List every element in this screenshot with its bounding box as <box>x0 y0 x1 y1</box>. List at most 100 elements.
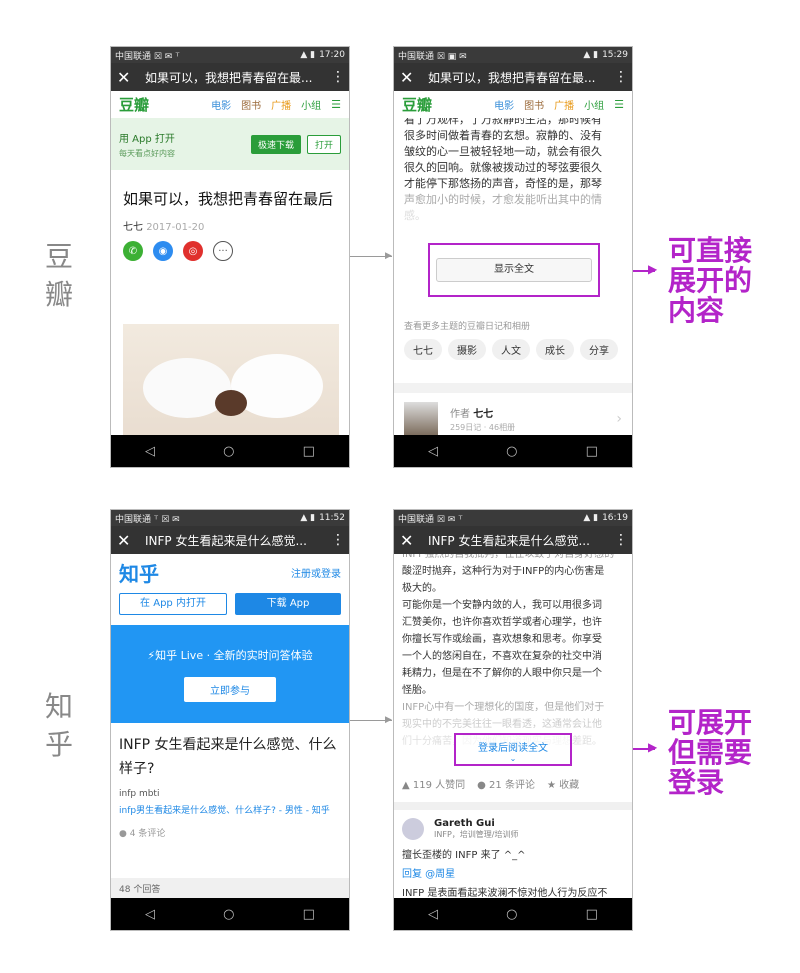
upvote-button[interactable]: ▲ 119 人赞同 <box>402 776 465 791</box>
more-icon[interactable]: ⋮ <box>331 532 345 548</box>
douban-logo[interactable]: 豆瓣 <box>402 94 432 115</box>
article-body: 看了万观样，了万寂静的生活，那时候有 很多时间做着青春的玄想。寂静的、没有 皱纹… <box>394 118 632 234</box>
author-name[interactable]: 七七 <box>123 222 143 233</box>
nav-broadcast[interactable]: 广播 <box>554 97 574 112</box>
qq-icon[interactable]: ◉ <box>153 241 173 261</box>
tag[interactable]: 成长 <box>536 339 574 360</box>
tag[interactable]: 人文 <box>492 339 530 360</box>
recents-icon[interactable]: □ <box>303 907 315 922</box>
fast-download-button[interactable]: 极速下载 <box>250 134 301 154</box>
more-icon[interactable]: ⋮ <box>331 69 345 85</box>
douban-logo[interactable]: 豆瓣 <box>119 94 149 115</box>
more-share-icon[interactable]: ··· <box>213 241 233 261</box>
status-bar: 中国联通 ☒ ✉ ⸆ ▲ ▮ 17:20 <box>111 47 349 63</box>
comment-count[interactable]: 4 条评论 <box>130 829 166 839</box>
download-app-button[interactable]: 下载 App <box>235 593 341 615</box>
answer-count: 48 个回答 <box>111 878 349 898</box>
tag[interactable]: 七七 <box>404 339 442 360</box>
body-line: 感。 <box>404 209 426 222</box>
menu-search-icon[interactable]: ☰ <box>614 98 624 111</box>
body-line: INFP心中有一个理想化的国度，但是他们对于 <box>402 702 605 713</box>
open-in-app-button[interactable]: 在 App 内打开 <box>119 593 227 615</box>
answer-text: INFP 是表面看起来波澜不惊对他人行为反应不 <box>402 888 608 899</box>
arrow-head: ▶ <box>385 715 392 725</box>
body-line: 汇赞美你，也许你喜欢哲学或者心理学，也许 <box>402 617 602 628</box>
more-topics-link[interactable]: 查看更多主题的豆瓣日记和相册 <box>404 319 530 332</box>
home-icon[interactable]: ○ <box>223 907 234 922</box>
collect-button[interactable]: ★ 收藏 <box>547 776 579 791</box>
side-label-zhihu: 知 乎 <box>44 690 73 761</box>
nav-broadcast[interactable]: 广播 <box>271 97 291 112</box>
annotation-arrow-head: ▶ <box>648 740 658 754</box>
author-stats: 259日记 · 46相册 <box>450 423 516 432</box>
side-label-douban: 豆 瓣 <box>44 240 73 311</box>
page-title: 如果可以，我想把青春留在最... <box>145 70 313 85</box>
body-line: 很多时间做着青春的玄想。寂静的、没有 <box>404 129 602 142</box>
phone-douban-expanded: 中国联通 ☒ ▣ ✉ ▲ ▮ 15:29 ✕ 如果可以，我想把青春留在最... ⋮ 豆… <box>393 46 633 468</box>
article-header: 如果可以，我想把青春留在最后 七七 2017-01-20 ✆ ◉ ◎ ··· <box>111 170 349 261</box>
back-icon[interactable]: ◁ <box>428 444 438 459</box>
related-question-link[interactable]: infp男生看起来是什么感觉、什么样子? - 男性 - 知乎 <box>119 804 341 818</box>
close-icon[interactable]: ✕ <box>117 531 145 550</box>
android-nav-bar: ◁ ○ □ <box>111 435 349 467</box>
nav-book[interactable]: 图书 <box>241 97 261 112</box>
nav-movie[interactable]: 电影 <box>211 97 231 112</box>
banner-subtitle: 每天看点好内容 <box>119 148 175 158</box>
back-icon[interactable]: ◁ <box>428 907 438 922</box>
android-nav-bar: ◁ ○ □ <box>111 898 349 930</box>
back-icon[interactable]: ◁ <box>145 444 155 459</box>
nav-movie[interactable]: 电影 <box>494 97 514 112</box>
show-full-text-button[interactable]: 显示全文 <box>436 258 592 282</box>
status-bar: 中国联通 ☒ ✉ ⸆ ▲ ▮ 16:19 <box>394 510 632 526</box>
home-icon[interactable]: ○ <box>506 907 517 922</box>
banner-title: 用 App 打开 <box>119 133 175 145</box>
avatar[interactable] <box>402 818 424 840</box>
author-card[interactable]: 作者 七七 259日记 · 46相册 › <box>404 402 622 436</box>
more-icon[interactable]: ⋮ <box>614 69 628 85</box>
weibo-icon[interactable]: ◎ <box>183 241 203 261</box>
more-icon[interactable]: ⋮ <box>614 532 628 548</box>
nav-group[interactable]: 小组 <box>301 97 321 112</box>
body-line: 你擅长写作或绘画，喜欢想象和思考。你享受 <box>402 634 602 645</box>
arrow-head: ▶ <box>385 251 392 261</box>
nav-book[interactable]: 图书 <box>524 97 544 112</box>
answer-text: 擅长歪楼的 INFP 来了 ^_^ <box>402 850 526 861</box>
back-icon[interactable]: ◁ <box>145 907 155 922</box>
login-to-read-button[interactable]: 登录后阅读全文 ⌄ <box>454 733 572 766</box>
comment-icon: ● <box>119 829 127 839</box>
menu-search-icon[interactable]: ☰ <box>331 98 341 111</box>
join-now-button[interactable]: 立即参与 <box>184 676 276 702</box>
body-line: 皱纹的心一旦被轻轻地一动，就会有很久 <box>404 145 602 158</box>
comments-button[interactable]: ● 21 条评论 <box>477 776 535 791</box>
status-bar: 中国联通 ⸆ ☒ ✉ ▲ ▮ 11:52 <box>111 510 349 526</box>
open-app-button[interactable]: 打开 <box>306 134 341 154</box>
body-line: 才能停下那悠扬的声音，奇怪的是，那琴 <box>404 177 602 190</box>
app-buttons: 在 App 内打开 下载 App <box>111 591 349 617</box>
reply-mention[interactable]: 回复 @周星 <box>402 865 624 880</box>
title-bar: ✕ 如果可以，我想把青春留在最... ⋮ <box>111 63 349 91</box>
home-icon[interactable]: ○ <box>506 444 517 459</box>
avatar <box>404 402 438 436</box>
zhihu-logo[interactable]: 知乎 <box>119 558 159 587</box>
recents-icon[interactable]: □ <box>303 444 315 459</box>
answer-author[interactable]: Gareth Gui <box>434 818 518 829</box>
douban-header: 豆瓣 电影 图书 广播 小组 ☰ <box>394 91 632 118</box>
close-icon[interactable]: ✕ <box>117 68 145 87</box>
page-title: 如果可以，我想把青春留在最... <box>428 70 596 85</box>
recents-icon[interactable]: □ <box>586 907 598 922</box>
close-icon[interactable]: ✕ <box>400 68 428 87</box>
tag[interactable]: 分享 <box>580 339 618 360</box>
tag-list: 七七 摄影 人文 成长 分享 <box>404 339 618 360</box>
question-topics[interactable]: infp mbti <box>119 789 341 799</box>
zhihu-header: 知乎 注册或登录 <box>111 554 349 591</box>
nav-group[interactable]: 小组 <box>584 97 604 112</box>
close-icon[interactable]: ✕ <box>400 531 428 550</box>
wechat-icon[interactable]: ✆ <box>123 241 143 261</box>
live-banner: ⚡知乎 Live · 全新的实时问答体验 立即参与 <box>111 625 349 723</box>
tag[interactable]: 摄影 <box>448 339 486 360</box>
home-icon[interactable]: ○ <box>223 444 234 459</box>
recents-icon[interactable]: □ <box>586 444 598 459</box>
register-login-link[interactable]: 注册或登录 <box>291 565 341 580</box>
title-bar: ✕ INFP 女生看起来是什么感觉... ⋮ <box>394 526 632 554</box>
title-bar: ✕ 如果可以，我想把青春留在最... ⋮ <box>394 63 632 91</box>
